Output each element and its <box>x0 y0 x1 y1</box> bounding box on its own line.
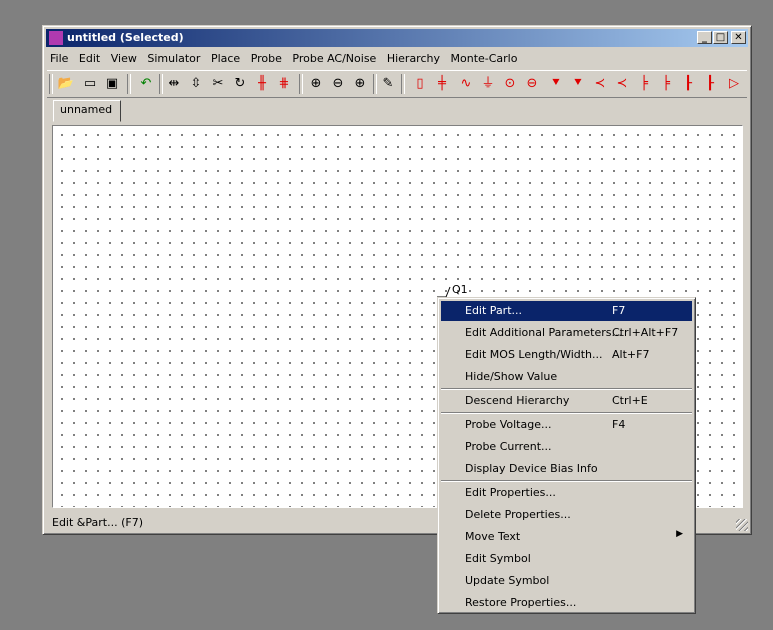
status-bar-text: Edit &Part... (F7) <box>52 516 143 529</box>
toolbar-separator <box>299 74 303 94</box>
zoom-out-icon[interactable]: ⊖ <box>329 75 347 93</box>
menu-item-probe-current[interactable]: Probe Current... <box>441 437 692 457</box>
menu-item-edit-properties[interactable]: Edit Properties... <box>441 483 692 503</box>
menu-item-edit-symbol[interactable]: Edit Symbol <box>441 549 692 569</box>
menu-probe-ac-noise[interactable]: Probe AC/Noise <box>289 50 379 65</box>
toolbar-separator <box>127 74 131 94</box>
nmos4-icon[interactable]: ┠ <box>679 75 697 93</box>
flip-h-icon[interactable]: ⇹ <box>165 75 183 93</box>
inductor-icon[interactable]: ∿ <box>457 75 475 93</box>
resize-grip[interactable] <box>736 519 748 531</box>
menu-item-hide-show-value[interactable]: Hide/Show Value <box>441 367 692 387</box>
menu-place[interactable]: Place <box>208 50 243 65</box>
toolbar-separator <box>159 74 163 94</box>
title-bar[interactable]: untitled (Selected) _ □ ✕ <box>46 29 748 47</box>
menu-file[interactable]: File <box>47 50 71 65</box>
menu-separator <box>441 480 692 482</box>
toolbar-separator <box>401 74 405 94</box>
nmos-icon[interactable]: ╞ <box>635 75 653 93</box>
context-menu: Edit Part... F7 Edit Additional Paramete… <box>437 297 696 614</box>
zoom-fit-icon[interactable]: ⊕ <box>307 75 325 93</box>
menu-edit[interactable]: Edit <box>76 50 103 65</box>
pnp-icon[interactable]: ≺ <box>613 75 631 93</box>
menu-item-display-device-bias-info[interactable]: Display Device Bias Info <box>441 459 692 479</box>
menu-item-edit-additional-parameters[interactable]: Edit Additional Parameters... Ctrl+Alt+F… <box>441 323 692 343</box>
delete-wire-icon[interactable]: ╫ <box>253 75 271 93</box>
open-icon[interactable]: 📂 <box>57 75 75 93</box>
ground-icon[interactable]: ⏚ <box>479 75 497 93</box>
opamp-icon[interactable]: ▷ <box>725 75 743 93</box>
npn-icon[interactable]: ≺ <box>591 75 609 93</box>
diode-icon[interactable]: ⯆ <box>547 75 565 93</box>
app-icon <box>49 31 63 45</box>
menu-item-edit-mos-length-width[interactable]: Edit MOS Length/Width... Alt+F7 <box>441 345 692 365</box>
zoom-in-icon[interactable]: ⊕ <box>351 75 369 93</box>
current-source-icon[interactable]: ⊖ <box>523 75 541 93</box>
menu-separator <box>441 412 692 414</box>
menu-item-delete-properties[interactable]: Delete Properties... <box>441 505 692 525</box>
toolbar-separator <box>49 74 53 94</box>
menu-simulator[interactable]: Simulator <box>144 50 203 65</box>
menu-item-descend-hierarchy[interactable]: Descend Hierarchy Ctrl+E <box>441 391 692 411</box>
zener-icon[interactable]: ⯆ <box>569 75 587 93</box>
delete-icon[interactable]: ⋕ <box>275 75 293 93</box>
menu-bar: File Edit View Simulator Place Probe Pro… <box>47 50 747 68</box>
flip-v-icon[interactable]: ⇳ <box>187 75 205 93</box>
menu-probe[interactable]: Probe <box>248 50 285 65</box>
tab-unnamed[interactable]: unnamed <box>53 100 121 122</box>
pmos-icon[interactable]: ╞ <box>657 75 675 93</box>
pencil-icon[interactable]: ✎ <box>379 75 397 93</box>
toolbar-separator <box>373 74 377 94</box>
voltage-source-icon[interactable]: ⊙ <box>501 75 519 93</box>
menu-item-probe-voltage[interactable]: Probe Voltage... F4 <box>441 415 692 435</box>
save-icon[interactable]: ▣ <box>103 75 121 93</box>
new-icon[interactable]: ▭ <box>81 75 99 93</box>
resistor-icon[interactable]: ▯ <box>411 75 429 93</box>
component-label-q1[interactable]: Q1 <box>452 283 468 296</box>
pmos4-icon[interactable]: ┠ <box>701 75 719 93</box>
menu-monte-carlo[interactable]: Monte-Carlo <box>448 50 521 65</box>
menu-item-update-symbol[interactable]: Update Symbol <box>441 571 692 591</box>
cut-icon[interactable]: ✂ <box>209 75 227 93</box>
menu-hierarchy[interactable]: Hierarchy <box>384 50 443 65</box>
rotate-icon[interactable]: ↻ <box>231 75 249 93</box>
minimize-button[interactable]: _ <box>697 31 712 44</box>
window-title: untitled (Selected) <box>67 31 184 44</box>
menu-item-restore-properties[interactable]: Restore Properties... <box>441 593 692 613</box>
capacitor-icon[interactable]: ╪ <box>433 75 451 93</box>
menu-item-edit-part[interactable]: Edit Part... F7 <box>441 301 692 321</box>
undo-icon[interactable]: ↶ <box>137 75 155 93</box>
menu-item-move-text[interactable]: Move Text ▶ <box>441 527 692 547</box>
submenu-arrow-icon: ▶ <box>676 529 683 539</box>
menu-view[interactable]: View <box>108 50 140 65</box>
menu-separator <box>441 388 692 390</box>
maximize-button[interactable]: □ <box>713 31 728 44</box>
toolbar: 📂 ▭ ▣ ↶ ⇹ ⇳ ✂ ↻ ╫ ⋕ ⊕ ⊖ ⊕ ✎ ▯ ╪ ∿ ⏚ ⊙ ⊖ … <box>47 70 747 98</box>
close-button[interactable]: ✕ <box>731 31 746 44</box>
